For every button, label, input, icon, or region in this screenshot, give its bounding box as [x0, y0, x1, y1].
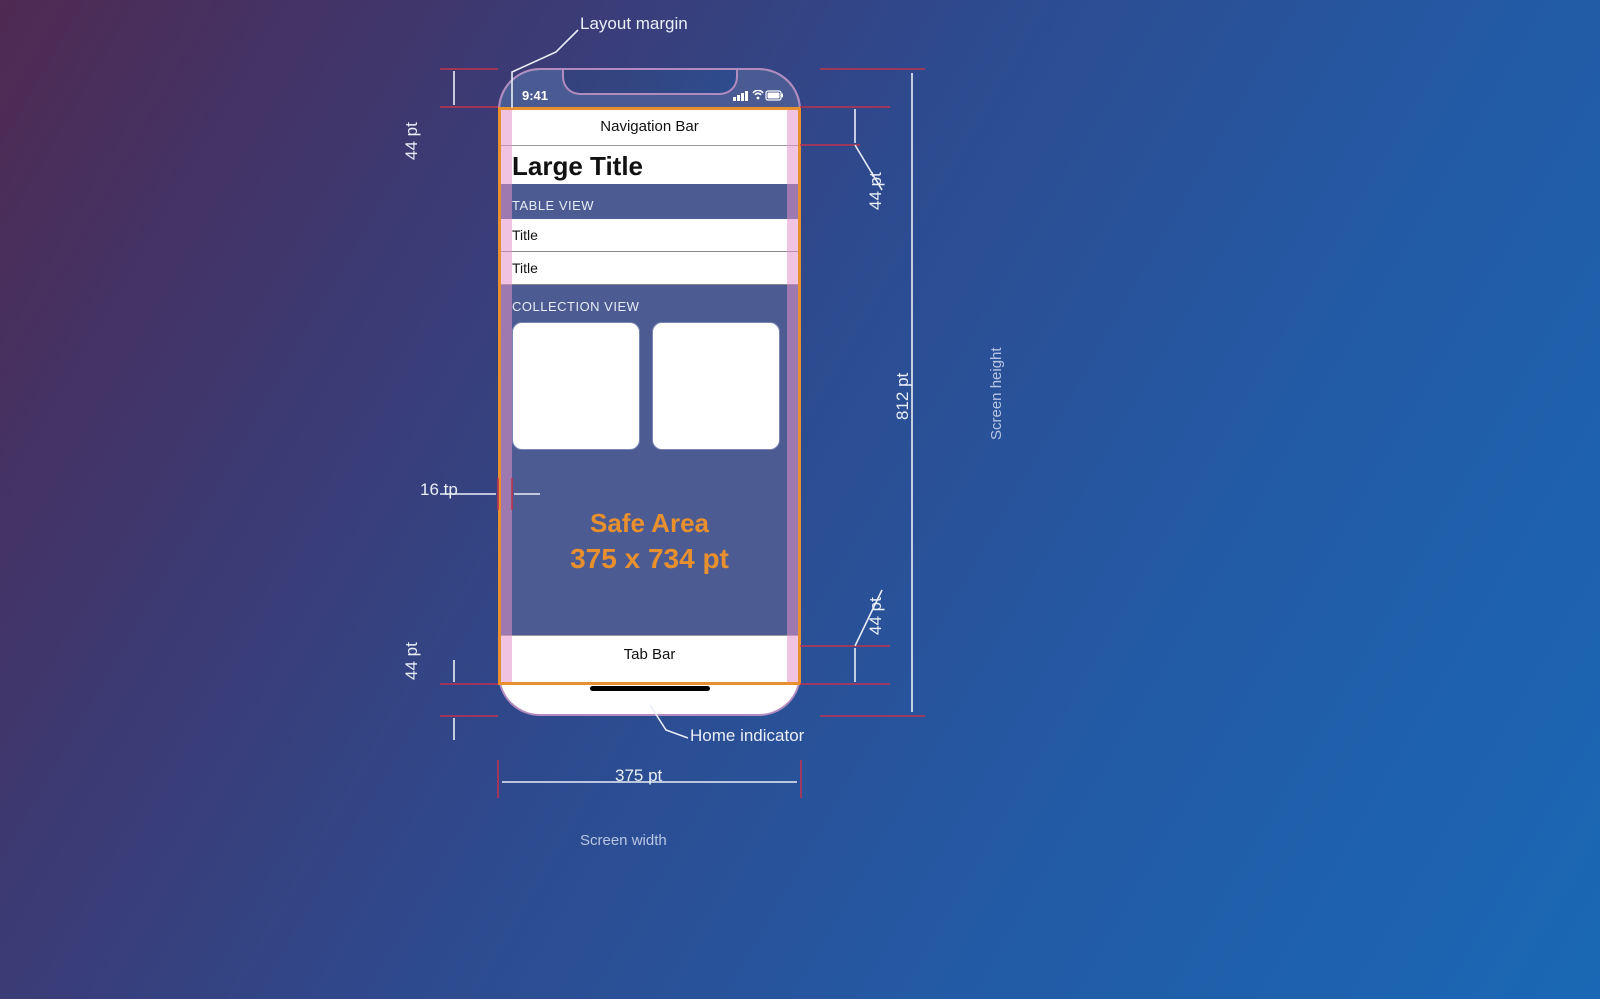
dim-tab-44-right: 44 pt [866, 597, 886, 635]
label-screen-width: Screen width [580, 832, 667, 849]
status-time: 9:41 [522, 88, 548, 103]
safe-area-text-2: 375 x 734 pt [500, 543, 799, 575]
dim-nav-44: 44 pt [866, 172, 886, 210]
status-icons [733, 90, 783, 105]
tab-bar: Tab Bar [500, 635, 799, 673]
table-view-header: TABLE VIEW [500, 184, 799, 219]
home-indicator-bar [590, 686, 710, 691]
collection-card [512, 322, 640, 450]
dim-margin-16: 16 tp [420, 480, 458, 500]
label-home-indicator: Home indicator [690, 726, 804, 746]
dim-height-812: 812 pt [893, 373, 913, 420]
navigation-bar: Navigation Bar [500, 108, 799, 146]
diagram-stage: 9:41 Navigation Bar Large Tit [0, 0, 1600, 999]
collection-view-header: COLLECTION VIEW [500, 285, 799, 320]
collection-view-grid [500, 320, 799, 464]
table-row: Title [500, 252, 799, 285]
dim-status-44: 44 pt [402, 122, 422, 160]
collection-card [652, 322, 780, 450]
label-screen-height: Screen height [988, 347, 1005, 440]
dim-tab-44-left: 44 pt [402, 642, 422, 680]
phone-frame: 9:41 Navigation Bar Large Tit [498, 68, 801, 716]
home-indicator-area [500, 673, 799, 703]
safe-area-content: TABLE VIEW Title Title COLLECTION VIEW S… [500, 184, 799, 673]
safe-area-label: Safe Area 375 x 734 pt [500, 508, 799, 575]
status-bar: 9:41 [500, 70, 799, 108]
dim-width-375: 375 pt [615, 766, 662, 786]
phone-notch [562, 69, 738, 95]
label-layout-margin: Layout margin [580, 14, 688, 34]
table-row: Title [500, 219, 799, 252]
large-title: Large Title [500, 146, 799, 184]
safe-area-text-1: Safe Area [500, 508, 799, 539]
